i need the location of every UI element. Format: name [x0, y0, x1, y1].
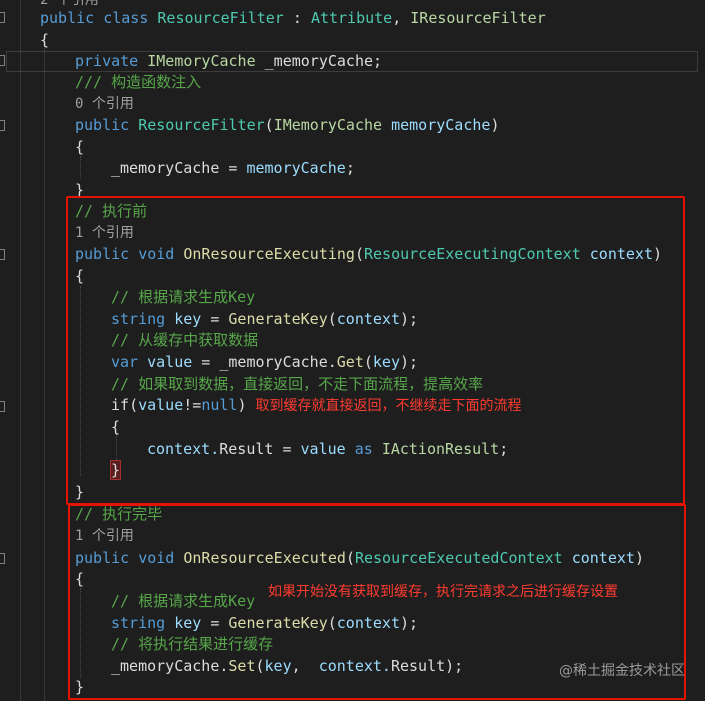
class-open-brace: {	[40, 31, 50, 49]
collapse-marker[interactable]	[0, 120, 5, 131]
operator: =	[219, 159, 247, 177]
field-ref: _memoryCache	[111, 159, 220, 177]
type-name: IMemoryCache	[147, 52, 256, 70]
collapse-marker[interactable]	[0, 249, 5, 260]
indent-guide	[20, 0, 21, 701]
constructor-declaration: public ResourceFilter(IMemoryCache memor…	[75, 115, 499, 136]
comment-line: /// 构造函数注入	[75, 73, 202, 91]
punctuation: ;	[345, 159, 355, 177]
field-declaration: private IMemoryCache _memoryCache;	[75, 51, 382, 72]
punctuation: :	[283, 9, 311, 27]
reference-count-label[interactable]: 0 个引用	[75, 94, 134, 115]
collapse-marker[interactable]	[0, 553, 5, 564]
base-class: Attribute	[310, 9, 393, 27]
indent-guide	[44, 48, 45, 701]
keyword: public	[75, 116, 130, 134]
assignment-line: _memoryCache = memoryCache;	[111, 158, 355, 179]
class-name: ResourceFilter	[157, 9, 284, 27]
collapse-marker[interactable]	[0, 12, 5, 23]
param-ref: memoryCache	[246, 159, 346, 177]
punctuation: )	[490, 116, 500, 134]
field-name: _memoryCache;	[264, 52, 383, 70]
annotation-box-executing	[66, 196, 685, 505]
watermark: @稀土掘金技术社区	[559, 663, 685, 679]
code-editor[interactable]: 2 个引用 public class ResourceFilter : Attr…	[0, 0, 705, 701]
collapse-marker[interactable]	[0, 401, 5, 412]
param-name: memoryCache	[391, 116, 491, 134]
indent-guide	[80, 156, 81, 178]
keyword: private	[75, 52, 139, 70]
punctuation: (	[264, 116, 274, 134]
param-type: IMemoryCache	[273, 116, 383, 134]
constructor-name: ResourceFilter	[138, 116, 265, 134]
class-declaration: public class ResourceFilter : Attribute,…	[40, 8, 546, 29]
ctor-open-brace: {	[75, 138, 85, 156]
punctuation: ,	[392, 9, 411, 27]
interface-name: IResourceFilter	[410, 9, 546, 27]
collapse-marker[interactable]	[0, 55, 5, 66]
keyword: public class	[40, 9, 149, 27]
